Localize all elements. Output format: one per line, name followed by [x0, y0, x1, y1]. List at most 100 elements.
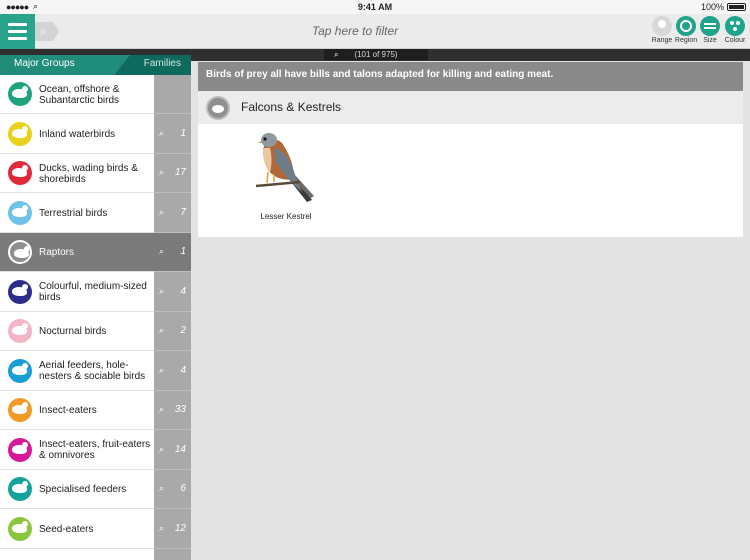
group-count-cell[interactable]: ⌕ 6 [154, 470, 191, 509]
result-count-tab[interactable]: ⌕ (101 of 975) [324, 49, 428, 60]
region-label: Region [674, 37, 698, 44]
region-filter-button[interactable]: Region [674, 16, 698, 44]
group-count-cell[interactable]: ⌕ 33 [154, 391, 191, 430]
bird-group-icon [8, 200, 32, 225]
group-count-cell[interactable]: ⌕ 2 [154, 312, 191, 351]
sidebar-group-item[interactable]: Ocean, offshore & Subantarctic birds [0, 75, 191, 114]
colour-label: Colour [724, 37, 746, 44]
group-count-cell[interactable]: ⌕ 1 [154, 233, 191, 272]
bird-group-icon [8, 279, 32, 304]
status-bar: ●●●●● ⌕ 9:41 AM 100% [0, 0, 750, 14]
size-filter-button[interactable]: Size [698, 16, 722, 44]
group-label: Seed-eaters [39, 523, 94, 535]
sidebar-group-item[interactable]: Colourful, medium-sized birds ⌕ 4 [0, 272, 191, 312]
bird-group-icon [8, 161, 32, 185]
group-count-cell[interactable]: ⌕ 4 [154, 352, 191, 391]
battery-percent: 100% [700, 2, 724, 12]
group-label: Colourful, medium-sized birds [39, 281, 147, 303]
search-icon: ⌕ [159, 246, 165, 256]
size-bars-icon [700, 16, 720, 36]
battery-icon [727, 3, 746, 11]
group-name-cell[interactable]: Insect-eaters, fruit-eaters & omnivores [0, 430, 154, 470]
group-name-cell[interactable]: Insect-eaters [0, 391, 154, 430]
group-label: Terrestrial birds [39, 207, 108, 219]
group-count-cell[interactable]: ⌕ 12 [154, 510, 191, 549]
toolbar: ⌕ Tap here to filter Range Region Size C… [0, 14, 750, 49]
bird-group-icon [8, 398, 32, 422]
group-label: Ocean, offshore & Subantarctic birds [39, 83, 120, 106]
main-panel: Birds of prey all have bills and talons … [198, 62, 743, 237]
group-name-cell[interactable]: Terrestrial birds [0, 193, 154, 233]
group-label: Insect-eaters [39, 405, 97, 416]
group-name-cell[interactable]: Inland waterbirds [0, 114, 154, 154]
group-label: Raptors [39, 247, 75, 258]
raptor-icon [206, 96, 230, 120]
colour-filter-button[interactable]: Colour [723, 16, 747, 44]
group-name-cell[interactable]: Ducks, wading birds & shorebirds [0, 154, 154, 193]
group-count: 7 [180, 206, 186, 218]
sidebar-group-item[interactable]: Aerial feeders, hole-nesters & sociable … [0, 351, 191, 391]
search-icon: ⌕ [159, 483, 165, 493]
search-icon: ⌕ [40, 24, 47, 38]
species-name: Lesser Kestrel [260, 212, 312, 221]
status-time: 9:41 AM [357, 2, 393, 12]
tab-families[interactable]: Families [144, 55, 181, 73]
group-name-cell[interactable]: Colourful, medium-sized birds [0, 272, 154, 312]
sidebar-group-item[interactable]: Ducks, wading birds & shorebirds ⌕ 17 [0, 154, 191, 193]
kestrel-illustration [254, 126, 318, 208]
group-label: Specialised feeders [39, 484, 127, 495]
group-count-cell[interactable] [154, 75, 191, 114]
filter-field[interactable]: Tap here to filter [60, 14, 650, 49]
group-count: 2 [180, 325, 186, 336]
group-name-cell[interactable]: Seed-eaters [0, 509, 154, 549]
sidebar-group-item[interactable]: Raptors ⌕ 1 [0, 233, 191, 272]
sidebar-group-item[interactable]: Inland waterbirds ⌕ 1 [0, 114, 191, 154]
search-tab[interactable]: ⌕ [35, 22, 59, 41]
bird-group-icon [8, 437, 32, 462]
group-count: 6 [180, 483, 186, 494]
range-label: Range [651, 37, 673, 44]
group-count-cell[interactable]: ⌕ 17 [154, 154, 191, 193]
sidebar-group-item[interactable]: Seed-eaters ⌕ 12 [0, 509, 191, 549]
range-pin-icon [652, 16, 672, 36]
bird-group-icon [8, 240, 32, 264]
sidebar-group-item[interactable]: Specialised feeders ⌕ 6 [0, 470, 191, 509]
sidebar-group-item[interactable]: Terrestrial birds ⌕ 7 [0, 193, 191, 233]
bird-group-icon [8, 477, 32, 501]
size-label: Size [703, 37, 717, 44]
family-header[interactable]: Falcons & Kestrels [198, 91, 743, 124]
search-icon: ⌕ [334, 50, 339, 59]
group-label: Nocturnal birds [39, 326, 107, 337]
bird-group-icon [8, 121, 32, 146]
search-icon: ⌕ [159, 364, 165, 375]
group-count: 1 [180, 246, 186, 257]
range-filter-button[interactable]: Range [650, 16, 674, 44]
group-name-cell[interactable]: Aerial feeders, hole-nesters & sociable … [0, 351, 154, 391]
bird-group-icon [8, 358, 32, 383]
menu-button[interactable] [0, 14, 35, 49]
search-icon: ⌕ [159, 285, 165, 296]
group-count-cell[interactable]: ⌕ 7 [154, 194, 191, 233]
tab-major-groups[interactable]: Major Groups [0, 55, 130, 75]
group-name-cell[interactable]: Raptors [0, 233, 154, 272]
family-name: Falcons & Kestrels [241, 100, 342, 114]
group-count: 17 [174, 167, 186, 178]
group-label: Aerial feeders, hole-nesters & sociable … [39, 360, 146, 382]
search-icon: ⌕ [159, 206, 165, 217]
group-description: Birds of prey all have bills and talons … [198, 62, 743, 91]
group-count-cell[interactable]: ⌕ 1 [154, 115, 191, 154]
species-card[interactable]: Lesser Kestrel [254, 126, 318, 221]
group-count-cell[interactable]: ⌕ 4 [154, 273, 191, 312]
sidebar-group-item[interactable]: Insect-eaters ⌕ 33 [0, 391, 191, 430]
group-count-cell[interactable]: ⌕ 14 [154, 431, 191, 470]
bird-group-icon [8, 319, 32, 343]
group-name-cell[interactable]: Ocean, offshore & Subantarctic birds [0, 75, 154, 114]
group-name-cell[interactable]: Nocturnal birds [0, 312, 154, 351]
sidebar-group-item[interactable]: Nocturnal birds ⌕ 2 [0, 312, 191, 351]
group-count: 12 [174, 522, 186, 534]
result-count: (101 of 975) [354, 50, 398, 59]
sidebar-group-item[interactable]: Insect-eaters, fruit-eaters & omnivores ⌕… [0, 430, 191, 470]
group-count: 33 [174, 404, 186, 415]
group-name-cell[interactable]: Specialised feeders [0, 470, 154, 509]
group-count: 14 [174, 443, 186, 455]
